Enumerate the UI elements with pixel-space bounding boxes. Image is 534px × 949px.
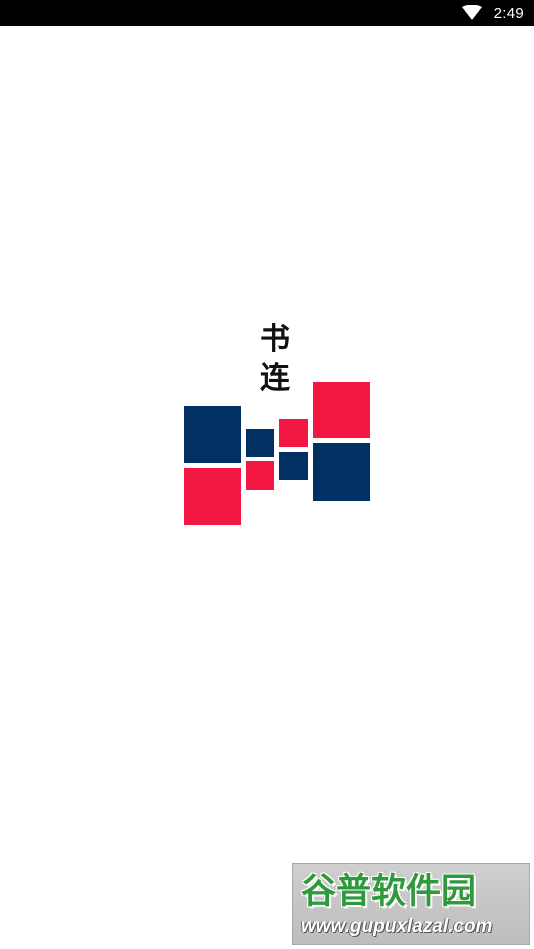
watermark: 谷普软件园 www.gupuxlazal.com (292, 863, 530, 945)
status-time: 2:49 (493, 4, 524, 22)
logo-square-navy-large-right (313, 443, 370, 501)
app-logo: 书连 (184, 318, 370, 526)
app-name: 书连 (260, 322, 290, 396)
logo-square-red-large-right (313, 382, 370, 438)
watermark-url: www.gupuxlazal.com (301, 916, 493, 937)
logo-square-navy-large-left (184, 406, 241, 463)
logo-square-red-large-left (184, 468, 241, 525)
watermark-brand: 谷普软件园 (301, 872, 477, 912)
logo-square-red-small-2 (279, 419, 308, 447)
wifi-icon (461, 4, 482, 21)
logo-square-navy-small-1 (246, 429, 274, 457)
logo-square-navy-small-2 (279, 452, 308, 480)
status-bar: 2:49 (0, 0, 534, 26)
logo-square-red-small-1 (246, 461, 274, 490)
